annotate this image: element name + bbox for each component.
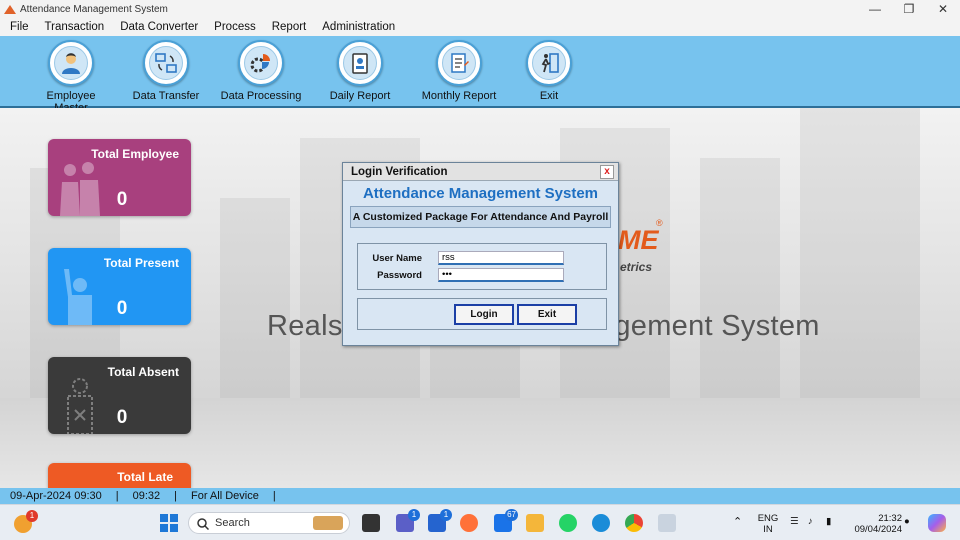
firefox-icon[interactable] — [460, 514, 478, 532]
battery-icon[interactable]: ▮ — [826, 516, 831, 527]
login-dialog: Login Verification x Attendance Manageme… — [342, 162, 619, 346]
search-placeholder: Search — [215, 517, 250, 529]
mail-icon[interactable]: 67 — [494, 509, 518, 532]
dialog-heading: Attendance Management System — [362, 185, 599, 202]
total-employee-card[interactable]: Total Employee 0 — [48, 139, 191, 216]
minimize-icon[interactable]: — — [858, 0, 892, 18]
password-input[interactable] — [438, 268, 564, 282]
actions-group: Login Exit — [357, 298, 607, 330]
menu-process[interactable]: Process — [206, 18, 264, 36]
windows-start-icon[interactable] — [160, 514, 178, 532]
status-datetime: 09-Apr-2024 09:30 — [10, 490, 102, 502]
total-present-title: Total Present — [103, 256, 179, 270]
transfer-icon — [149, 46, 183, 80]
total-absent-card[interactable]: Total Absent 0 — [48, 357, 191, 434]
monthly-report-label: Monthly Report — [421, 90, 497, 102]
data-transfer-button[interactable]: Data Transfer — [129, 40, 203, 102]
mail-badge: 67 — [505, 509, 518, 521]
copilot-icon[interactable] — [928, 514, 946, 532]
exit-button[interactable]: Exit — [517, 304, 577, 325]
window-title: Attendance Management System — [20, 3, 168, 15]
dialog-close-button[interactable]: x — [600, 165, 614, 179]
taskbar-search[interactable]: Search — [188, 512, 350, 534]
credentials-group: User Name Password — [357, 243, 607, 290]
status-separator: | — [115, 490, 119, 502]
menu-file[interactable]: File — [0, 18, 37, 36]
logo-registered-mark: ® — [656, 218, 663, 228]
teams-icon[interactable]: 1 — [396, 509, 420, 532]
file-explorer-icon[interactable] — [526, 514, 544, 532]
employee-icon — [54, 46, 88, 80]
search-highlight-icon — [313, 516, 343, 530]
notification-bell-icon[interactable]: ● — [904, 516, 910, 527]
processing-icon — [244, 46, 278, 80]
clock[interactable]: 21:32 09/04/2024 — [848, 513, 902, 535]
daily-report-button[interactable]: Daily Report — [324, 40, 396, 102]
todo-icon[interactable]: 1 — [428, 509, 452, 532]
status-bar: 09-Apr-2024 09:30 | 09:32 | For All Devi… — [0, 488, 960, 504]
data-transfer-label: Data Transfer — [132, 90, 200, 102]
dialog-subheading: A Customized Package For Attendance And … — [350, 206, 611, 228]
dialog-title: Login Verification — [343, 163, 618, 181]
company-logo: ME — [618, 225, 659, 255]
weather-icon[interactable]: 1 — [14, 510, 38, 533]
login-button[interactable]: Login — [454, 304, 514, 325]
total-absent-title: Total Absent — [107, 365, 179, 379]
username-label: User Name — [372, 252, 422, 264]
menu-bar: File Transaction Data Converter Process … — [0, 18, 960, 36]
daily-report-label: Daily Report — [329, 90, 391, 102]
toolbar: Employee Master Data Transfer Data Proce… — [0, 36, 960, 114]
menu-administration[interactable]: Administration — [314, 18, 403, 36]
menu-report[interactable]: Report — [264, 18, 315, 36]
todo-badge: 1 — [440, 509, 452, 521]
data-processing-label: Data Processing — [220, 90, 302, 102]
attendance-app-icon[interactable] — [658, 514, 676, 532]
status-time: 09:32 — [132, 490, 161, 502]
taskbar: 1 Search 1 1 67 ⌃ ENG IN ☰ ♪ ▮ 21:32 09/… — [0, 504, 960, 540]
exit-toolbar-label: Exit — [539, 90, 559, 102]
logo-tagline: etrics — [620, 260, 653, 274]
menu-data-converter[interactable]: Data Converter — [112, 18, 206, 36]
exit-icon — [532, 46, 566, 80]
username-input[interactable] — [438, 251, 564, 265]
tray-chevron-icon[interactable]: ⌃ — [733, 517, 742, 528]
password-label: Password — [377, 269, 422, 281]
wifi-icon[interactable]: ☰ — [790, 516, 799, 527]
language-indicator[interactable]: ENG IN — [752, 513, 784, 535]
total-employee-title: Total Employee — [91, 147, 179, 161]
chrome-icon[interactable] — [625, 514, 643, 532]
monthly-report-button[interactable]: Monthly Report — [418, 40, 500, 102]
status-separator: | — [272, 490, 276, 502]
volume-icon[interactable]: ♪ — [808, 516, 813, 527]
status-device: For All Device — [190, 490, 259, 502]
monthly-report-icon — [442, 46, 476, 80]
task-view-icon[interactable] — [362, 514, 380, 532]
app-logo-icon — [4, 4, 16, 14]
close-window-icon[interactable]: ✕ — [926, 0, 960, 18]
total-employee-value: 0 — [116, 189, 128, 210]
total-present-value: 0 — [116, 298, 128, 319]
total-late-card[interactable]: Total Late — [48, 463, 191, 488]
status-separator: | — [174, 490, 177, 502]
weather-badge: 1 — [26, 510, 38, 522]
teams-badge: 1 — [408, 509, 420, 521]
data-processing-button[interactable]: Data Processing — [219, 40, 303, 102]
title-bar: Attendance Management System — ❐ ✕ — [0, 0, 960, 18]
total-present-card[interactable]: Total Present 0 — [48, 248, 191, 325]
exit-toolbar-button[interactable]: Exit — [524, 40, 574, 102]
menu-transaction[interactable]: Transaction — [37, 18, 113, 36]
restore-icon[interactable]: ❐ — [892, 0, 926, 18]
messenger-icon[interactable] — [592, 514, 610, 532]
daily-report-icon — [343, 46, 377, 80]
search-icon — [197, 518, 209, 530]
total-absent-value: 0 — [116, 407, 128, 428]
whatsapp-icon[interactable] — [559, 514, 577, 532]
employee-master-button[interactable]: Employee Master — [30, 40, 112, 114]
total-late-title: Total Late — [117, 470, 173, 484]
